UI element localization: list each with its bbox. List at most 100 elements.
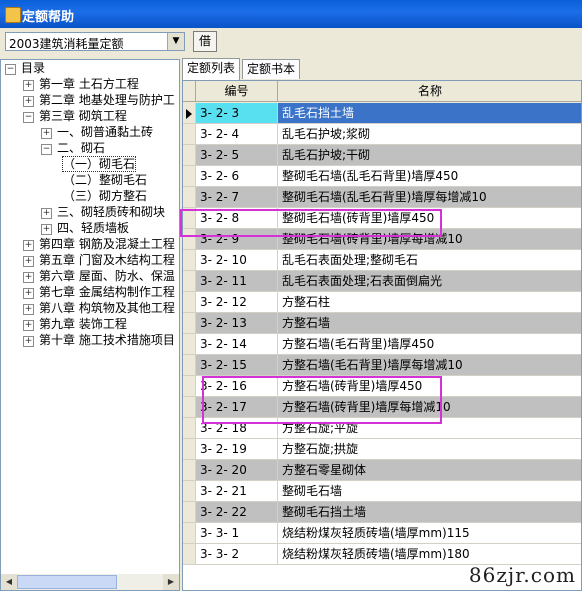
tree-item[interactable]: + 第四章 钢筋及混凝土工程 [23, 236, 175, 252]
cell-code[interactable]: 3- 2- 19 [196, 439, 278, 460]
scroll-right-icon[interactable]: ▶ [163, 574, 179, 590]
expand-icon[interactable]: + [23, 256, 34, 267]
row-indicator[interactable] [183, 124, 196, 145]
row-indicator[interactable] [183, 145, 196, 166]
scroll-thumb[interactable] [17, 575, 117, 589]
cell-code[interactable]: 3- 2- 13 [196, 313, 278, 334]
cell-name[interactable]: 乱毛石挡土墙 [278, 103, 581, 124]
cell-code[interactable]: 3- 2- 21 [196, 481, 278, 502]
table-row[interactable]: 3- 3- 2 烧结粉煤灰轻质砖墙(墙厚mm)180 [183, 544, 581, 565]
table-row[interactable]: 3- 2- 11 乱毛石表面处理;石表面倒扁光 [183, 271, 581, 292]
cell-code[interactable]: 3- 2- 5 [196, 145, 278, 166]
row-indicator[interactable] [183, 355, 196, 376]
tree-item[interactable]: + 一、砌普通黏土砖 [41, 124, 153, 140]
cell-code[interactable]: 3- 2- 22 [196, 502, 278, 523]
header-code[interactable]: 编号 [196, 81, 278, 102]
expand-icon[interactable]: + [23, 240, 34, 251]
cell-name[interactable]: 方整石墙(毛石背里)墙厚每增减10 [278, 355, 581, 376]
tree-item[interactable]: + 第七章 金属结构制作工程 [23, 284, 175, 300]
cell-name[interactable]: 整砌毛石挡土墙 [278, 502, 581, 523]
row-indicator[interactable] [183, 334, 196, 355]
tree-item[interactable]: + 第十章 施工技术措施项目 [23, 332, 175, 348]
row-indicator[interactable] [183, 502, 196, 523]
scroll-left-icon[interactable]: ◀ [1, 574, 17, 590]
cell-name[interactable]: 方整石墙 [278, 313, 581, 334]
row-indicator[interactable] [183, 376, 196, 397]
cell-code[interactable]: 3- 2- 12 [196, 292, 278, 313]
cell-name[interactable]: 乱毛石表面处理;整砌毛石 [278, 250, 581, 271]
table-row[interactable]: 3- 3- 1 烧结粉煤灰轻质砖墙(墙厚mm)115 [183, 523, 581, 544]
row-indicator[interactable] [183, 313, 196, 334]
expand-icon[interactable]: + [23, 288, 34, 299]
tree-item[interactable]: + 四、轻质墙板 [41, 220, 129, 236]
tab-quota-list[interactable]: 定额列表 [182, 58, 241, 80]
table-row[interactable]: 3- 2- 5 乱毛石护坡;干砌 [183, 145, 581, 166]
row-indicator[interactable] [183, 544, 196, 565]
table-row[interactable]: 3- 2- 20 方整石零星砌体 [183, 460, 581, 481]
expand-icon[interactable]: + [23, 320, 34, 331]
borrow-button[interactable]: 借 [193, 31, 217, 52]
cell-code[interactable]: 3- 2- 3 [196, 103, 278, 124]
row-indicator[interactable] [183, 103, 196, 124]
quota-select[interactable]: 2003建筑消耗量定额 ▼ [5, 32, 185, 51]
expand-icon[interactable]: + [23, 80, 34, 91]
row-indicator[interactable] [183, 460, 196, 481]
cell-code[interactable]: 3- 3- 1 [196, 523, 278, 544]
tree-item[interactable]: （一）砌毛石 [61, 156, 137, 172]
row-indicator[interactable] [183, 166, 196, 187]
cell-name[interactable]: 整砌毛石墙(乱毛石背里)墙厚450 [278, 166, 581, 187]
expand-icon[interactable]: + [23, 272, 34, 283]
table-row[interactable]: 3- 2- 14 方整石墙(毛石背里)墙厚450 [183, 334, 581, 355]
cell-name[interactable]: 方整石墙(毛石背里)墙厚450 [278, 334, 581, 355]
cell-name[interactable]: 乱毛石护坡;干砌 [278, 145, 581, 166]
table-row[interactable]: 3- 2- 12 方整石柱 [183, 292, 581, 313]
row-indicator[interactable] [183, 481, 196, 502]
table-row[interactable]: 3- 2- 15 方整石墙(毛石背里)墙厚每增减10 [183, 355, 581, 376]
table-row[interactable]: 3- 2- 13 方整石墙 [183, 313, 581, 334]
row-indicator[interactable] [183, 439, 196, 460]
table-row[interactable]: 3- 2- 7 整砌毛石墙(乱毛石背里)墙厚每增减10 [183, 187, 581, 208]
table-row[interactable]: 3- 2- 6 整砌毛石墙(乱毛石背里)墙厚450 [183, 166, 581, 187]
row-indicator[interactable] [183, 292, 196, 313]
cell-code[interactable]: 3- 3- 2 [196, 544, 278, 565]
expand-icon[interactable]: + [41, 208, 52, 219]
cell-code[interactable]: 3- 2- 6 [196, 166, 278, 187]
row-indicator[interactable] [183, 187, 196, 208]
tree-item[interactable]: + 第八章 构筑物及其他工程 [23, 300, 175, 316]
chevron-down-icon[interactable]: ▼ [167, 33, 184, 50]
table-row[interactable]: 3- 2- 21 整砌毛石墙 [183, 481, 581, 502]
row-indicator[interactable] [183, 250, 196, 271]
cell-name[interactable]: 乱毛石表面处理;石表面倒扁光 [278, 271, 581, 292]
row-indicator[interactable] [183, 397, 196, 418]
table-row[interactable]: 3- 2- 4 乱毛石护坡;浆砌 [183, 124, 581, 145]
cell-code[interactable]: 3- 2- 7 [196, 187, 278, 208]
cell-name[interactable]: 方整石零星砌体 [278, 460, 581, 481]
tree-item[interactable]: − 第三章 砌筑工程 [23, 108, 127, 124]
table-row[interactable]: 3- 2- 19 方整石旋;拱旋 [183, 439, 581, 460]
horizontal-scrollbar[interactable]: ◀ ▶ [1, 574, 179, 590]
tab-quota-book[interactable]: 定额书本 [242, 59, 301, 79]
tree-item[interactable]: + 第一章 土石方工程 [23, 76, 139, 92]
cell-code[interactable]: 3- 2- 20 [196, 460, 278, 481]
cell-name[interactable]: 整砌毛石墙 [278, 481, 581, 502]
row-indicator[interactable] [183, 523, 196, 544]
table-row[interactable]: 3- 2- 3 乱毛石挡土墙 [183, 103, 581, 124]
expand-icon[interactable]: + [23, 96, 34, 107]
cell-code[interactable]: 3- 2- 14 [196, 334, 278, 355]
expand-icon[interactable]: + [41, 128, 52, 139]
cell-name[interactable]: 烧结粉煤灰轻质砖墙(墙厚mm)180 [278, 544, 581, 565]
cell-name[interactable]: 烧结粉煤灰轻质砖墙(墙厚mm)115 [278, 523, 581, 544]
collapse-icon[interactable]: − [41, 144, 52, 155]
header-name[interactable]: 名称 [278, 81, 581, 102]
row-indicator[interactable] [183, 418, 196, 439]
cell-code[interactable]: 3- 2- 4 [196, 124, 278, 145]
tree-item[interactable]: + 第二章 地基处理与防护工 [23, 92, 175, 108]
collapse-icon[interactable]: − [23, 112, 34, 123]
expand-icon[interactable]: + [23, 304, 34, 315]
collapse-icon[interactable]: − [5, 64, 16, 75]
cell-name[interactable]: 乱毛石护坡;浆砌 [278, 124, 581, 145]
expand-icon[interactable]: + [41, 224, 52, 235]
cell-code[interactable]: 3- 2- 15 [196, 355, 278, 376]
tree-item[interactable]: （三）砌方整石 [63, 188, 147, 204]
tree-item[interactable]: + 第九章 装饰工程 [23, 316, 127, 332]
